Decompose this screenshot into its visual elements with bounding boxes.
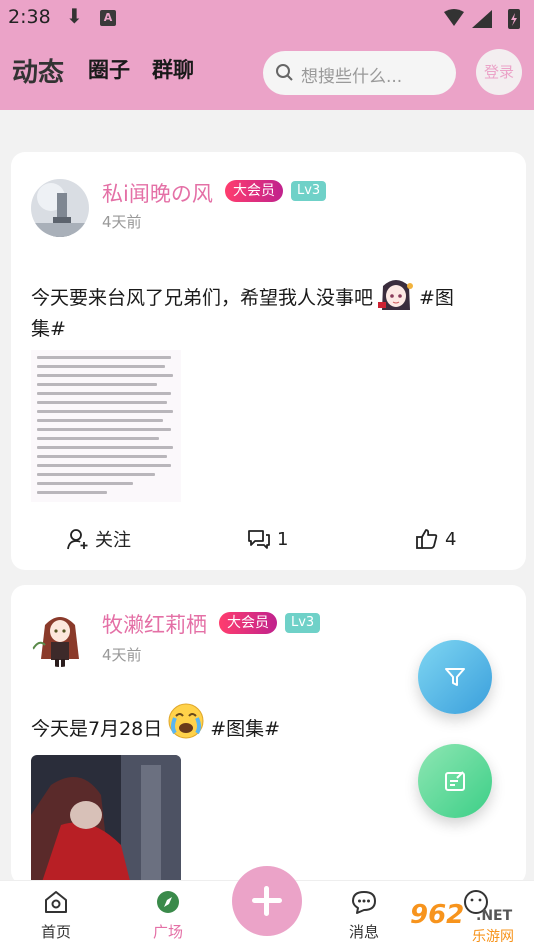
tab-group-chat[interactable]: 群聊 <box>152 54 194 84</box>
status-bar: 2:38 ⬇ A <box>0 0 534 36</box>
post-text-line1: 今天要来台风了兄弟们，希望我人没事吧 <box>31 287 374 309</box>
crying-face-icon <box>166 701 206 741</box>
post-card[interactable]: 牧濑红莉栖 大会员 Lv3 4天前 今天是7月28日 #图集# <box>11 585 526 885</box>
anime-sticker-icon <box>377 276 415 314</box>
nav-square[interactable]: 广场 <box>138 889 198 942</box>
comment-button[interactable]: 1 <box>247 524 288 554</box>
follow-button[interactable]: 关注 <box>67 524 131 554</box>
vip-badge: 大会员 <box>219 612 277 634</box>
nav-home[interactable]: 首页 <box>26 889 86 942</box>
nav-square-label: 广场 <box>152 923 183 941</box>
nav-messages-label: 消息 <box>348 923 379 941</box>
status-indicators-icon <box>444 9 520 29</box>
login-button[interactable]: 登录 <box>476 49 522 95</box>
post-image-photo[interactable] <box>31 755 181 885</box>
compass-icon <box>157 891 179 913</box>
download-icon: ⬇ <box>66 4 83 28</box>
username[interactable]: 私i闻晚の风 <box>102 178 213 208</box>
watermark-logo: 962 .NET 乐游网 <box>394 896 534 951</box>
create-post-button[interactable] <box>232 866 302 936</box>
post-text-line2[interactable]: 集# <box>31 318 66 340</box>
post-hashtag[interactable]: #图 <box>419 287 454 309</box>
add-user-icon <box>67 529 88 550</box>
message-icon <box>352 891 376 914</box>
watermark-site: 乐游网 <box>472 929 514 945</box>
search-placeholder: 想搜些什么... <box>301 67 403 87</box>
user-avatar[interactable] <box>31 609 89 667</box>
home-icon <box>45 891 67 913</box>
level-badge: Lv3 <box>291 181 327 201</box>
nav-messages[interactable]: 消息 <box>334 889 394 942</box>
comment-count: 1 <box>277 528 289 550</box>
thumbs-up-icon <box>416 529 438 549</box>
post-time: 4天前 <box>102 646 142 664</box>
tab-dynamic[interactable]: 动态 <box>12 52 64 89</box>
like-count: 4 <box>445 528 457 550</box>
username[interactable]: 牧濑红莉栖 <box>102 609 207 639</box>
post-time: 4天前 <box>102 213 142 231</box>
search-icon <box>276 64 293 81</box>
edit-icon <box>445 771 465 791</box>
compose-post-button[interactable] <box>418 744 492 818</box>
like-button[interactable]: 4 <box>415 524 456 554</box>
post-card[interactable]: 私i闻晚の风 大会员 Lv3 4天前 今天要来台风了兄弟们，希望我人没事吧 #图… <box>11 152 526 570</box>
notification-app-icon: A <box>100 10 116 26</box>
post-text: 今天要来台风了兄弟们，希望我人没事吧 #图 集# <box>31 276 511 345</box>
watermark-number: 962 <box>410 900 465 930</box>
watermark-suffix: .NET <box>476 908 513 924</box>
follow-label: 关注 <box>95 530 131 551</box>
vip-badge: 大会员 <box>225 180 283 202</box>
post-hashtag[interactable]: #图集# <box>210 718 280 740</box>
filter-button[interactable] <box>418 640 492 714</box>
tab-circles[interactable]: 圈子 <box>88 54 130 84</box>
top-header: 2:38 ⬇ A 动态 圈子 群聊 想搜些什么... 登录 <box>0 0 534 110</box>
post-actions: 关注 1 4 <box>11 524 526 554</box>
post-image-document[interactable] <box>31 350 181 502</box>
filter-icon <box>445 668 465 686</box>
comment-icon <box>248 530 270 549</box>
post-text: 今天是7月28日 #图集# <box>31 701 451 745</box>
user-avatar[interactable] <box>31 179 89 237</box>
level-badge: Lv3 <box>285 613 321 633</box>
status-time: 2:38 <box>8 6 51 28</box>
nav-home-label: 首页 <box>40 923 71 941</box>
search-input[interactable]: 想搜些什么... <box>263 51 456 95</box>
post-text-main: 今天是7月28日 <box>31 718 163 740</box>
